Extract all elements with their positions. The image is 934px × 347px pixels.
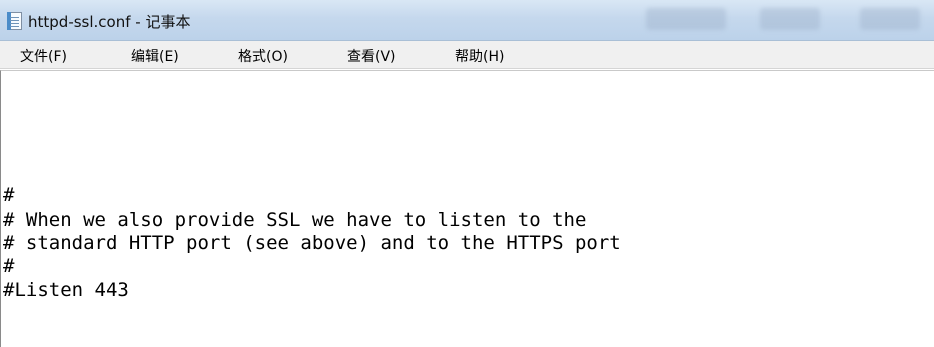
title-bar[interactable]: httpd-ssl.conf - 记事本 bbox=[0, 0, 934, 41]
window-title: httpd-ssl.conf - 记事本 bbox=[28, 13, 191, 31]
editor-line: # When we also provide SSL we have to li… bbox=[3, 209, 587, 231]
menu-bar: 文件(F) 编辑(E) 格式(O) 查看(V) 帮助(H) bbox=[0, 41, 934, 69]
blurred-window-controls bbox=[646, 8, 726, 30]
editor-line: # bbox=[3, 184, 15, 206]
editor-line: #Listen 443 bbox=[3, 279, 129, 301]
text-editor[interactable]: # # When we also provide SSL we have to … bbox=[0, 70, 934, 347]
menu-file[interactable]: 文件(F) bbox=[20, 46, 67, 66]
editor-line: # bbox=[3, 255, 15, 277]
menu-format[interactable]: 格式(O) bbox=[238, 46, 288, 66]
editor-line: # standard HTTP port (see above) and to … bbox=[3, 232, 621, 254]
blurred-window-controls bbox=[760, 8, 820, 30]
menu-help[interactable]: 帮助(H) bbox=[455, 46, 504, 66]
notepad-icon bbox=[7, 12, 22, 30]
menu-view[interactable]: 查看(V) bbox=[347, 46, 396, 66]
blurred-window-controls bbox=[860, 8, 920, 30]
menu-edit[interactable]: 编辑(E) bbox=[131, 46, 179, 66]
